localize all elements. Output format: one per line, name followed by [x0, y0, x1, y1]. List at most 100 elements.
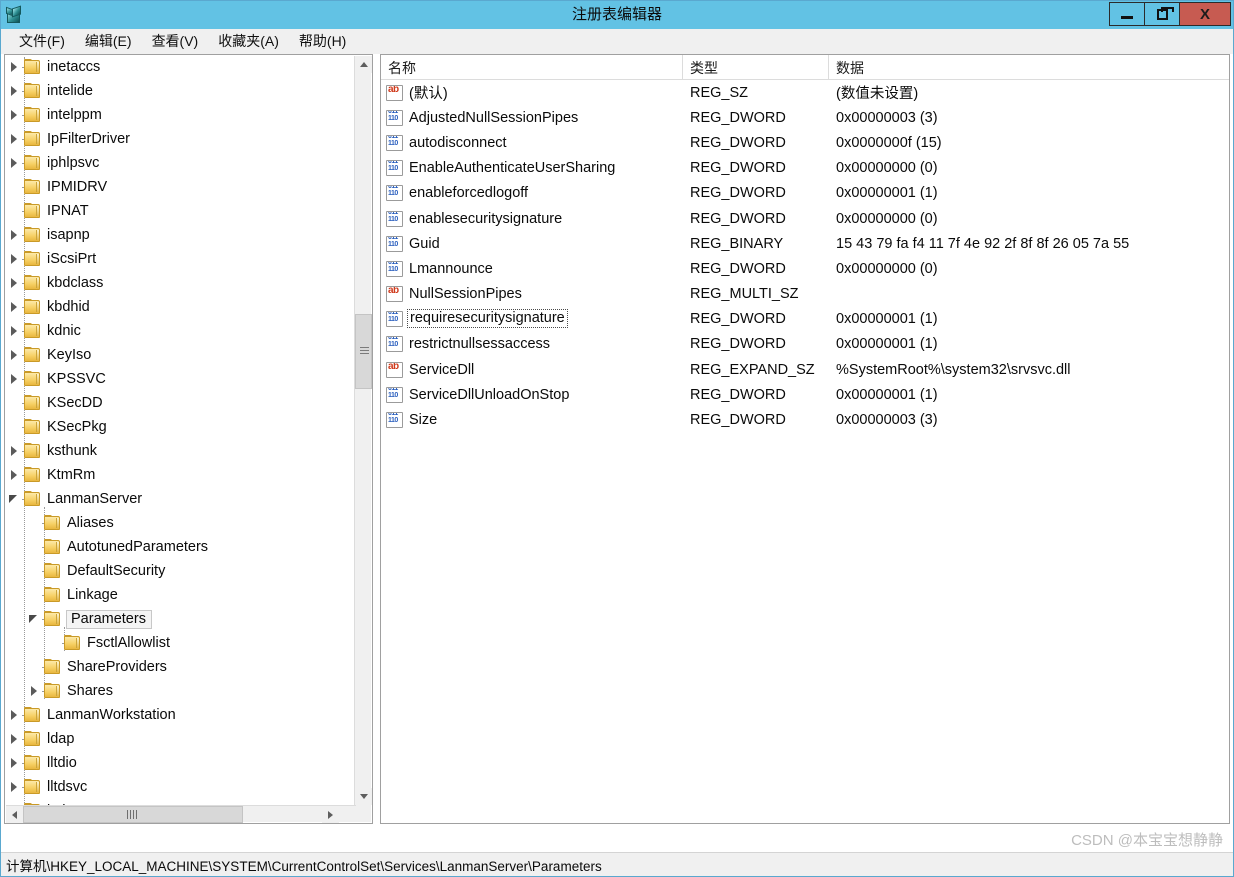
- expand-triangle-icon[interactable]: [7, 343, 23, 367]
- tree-item-iphlpsvc[interactable]: iphlpsvc: [5, 151, 355, 175]
- folder-icon: [23, 107, 42, 123]
- tree-scroll-right-button[interactable]: [322, 806, 339, 823]
- tree-item-shareproviders[interactable]: ShareProviders: [5, 655, 355, 679]
- menu-view[interactable]: 查看(V): [142, 29, 209, 53]
- registry-tree[interactable]: inetaccs intelide intelppm IpFilterDriver ip…: [5, 55, 355, 823]
- table-row[interactable]: (默认) REG_SZ (数值未设置): [381, 80, 1229, 105]
- expand-triangle-icon[interactable]: [7, 247, 23, 271]
- value-type: REG_DWORD: [690, 311, 786, 328]
- table-row[interactable]: autodisconnect REG_DWORD 0x0000000f (15): [381, 130, 1229, 155]
- expand-triangle-icon[interactable]: [7, 319, 23, 343]
- collapse-triangle-icon[interactable]: [7, 487, 23, 511]
- tree-item-defaultsecurity[interactable]: DefaultSecurity: [5, 559, 355, 583]
- expand-triangle-icon[interactable]: [7, 79, 23, 103]
- tree-item-aliases[interactable]: Aliases: [5, 511, 355, 535]
- tree-item-kbdhid[interactable]: kbdhid: [5, 295, 355, 319]
- tree-item-ksthunk[interactable]: ksthunk: [5, 439, 355, 463]
- table-row[interactable]: requiresecuritysignature REG_DWORD 0x00000…: [381, 307, 1229, 332]
- value-name-cell: Guid: [381, 235, 683, 252]
- expand-triangle-icon[interactable]: [7, 151, 23, 175]
- menu-edit[interactable]: 编辑(E): [75, 29, 142, 53]
- expand-triangle-icon[interactable]: [7, 295, 23, 319]
- tree-item-ksecpkg[interactable]: KSecPkg: [5, 415, 355, 439]
- tree-item-keyiso[interactable]: KeyIso: [5, 343, 355, 367]
- expand-triangle-icon[interactable]: [7, 367, 23, 391]
- tree-item-lltdsvc[interactable]: lltdsvc: [5, 775, 355, 799]
- tree-item-ipmidrv[interactable]: IPMIDRV: [5, 175, 355, 199]
- tree-item-ksecdd[interactable]: KSecDD: [5, 391, 355, 415]
- table-row[interactable]: ServiceDll REG_EXPAND_SZ %SystemRoot%\syst…: [381, 357, 1229, 382]
- tree-vertical-scroll-thumb[interactable]: [355, 314, 372, 389]
- value-name-cell: EnableAuthenticateUserSharing: [381, 160, 683, 177]
- tree-item-ipfilterdriver[interactable]: IpFilterDriver: [5, 127, 355, 151]
- collapse-triangle-icon[interactable]: [27, 607, 43, 631]
- tree-vertical-scrollbar[interactable]: [354, 56, 372, 822]
- tree-item-shares[interactable]: Shares: [5, 679, 355, 703]
- table-row[interactable]: Size REG_DWORD 0x00000003 (3): [381, 407, 1229, 432]
- tree-item-inetaccs[interactable]: inetaccs: [5, 55, 355, 79]
- title-bar[interactable]: 注册表编辑器 X: [1, 1, 1233, 29]
- minimize-button[interactable]: [1109, 2, 1145, 26]
- tree-item-lanmanworkstation[interactable]: LanmanWorkstation: [5, 703, 355, 727]
- tree-scroll-up-button[interactable]: [355, 56, 372, 73]
- expand-triangle-icon[interactable]: [7, 55, 23, 79]
- tree-item-kbdclass[interactable]: kbdclass: [5, 271, 355, 295]
- scroll-grip-icon: [360, 347, 369, 355]
- expand-triangle-icon[interactable]: [7, 775, 23, 799]
- tree-item-label: ShareProviders: [67, 659, 167, 675]
- tree-item-intelppm[interactable]: intelppm: [5, 103, 355, 127]
- tree-item-autotunedparameters[interactable]: AutotunedParameters: [5, 535, 355, 559]
- table-row[interactable]: ServiceDllUnloadOnStop REG_DWORD 0x0000000…: [381, 382, 1229, 407]
- expand-triangle-icon[interactable]: [7, 439, 23, 463]
- menu-file[interactable]: 文件(F): [9, 29, 75, 53]
- tree-item-kpssvc[interactable]: KPSSVC: [5, 367, 355, 391]
- expand-triangle-icon[interactable]: [7, 463, 23, 487]
- table-row[interactable]: EnableAuthenticateUserSharing REG_DWORD 0x…: [381, 156, 1229, 181]
- tree-item-kdnic[interactable]: kdnic: [5, 319, 355, 343]
- tree-horizontal-scrollbar[interactable]: [6, 805, 356, 823]
- expand-triangle-icon[interactable]: [7, 751, 23, 775]
- values-list[interactable]: (默认) REG_SZ (数值未设置) AdjustedNullSessionPipe…: [381, 80, 1229, 433]
- expand-triangle-icon[interactable]: [7, 223, 23, 247]
- menu-favorites[interactable]: 收藏夹(A): [208, 29, 289, 53]
- expand-triangle-icon[interactable]: [7, 271, 23, 295]
- value-name: requiresecuritysignature: [407, 309, 568, 329]
- dword-value-icon: [386, 260, 403, 277]
- tree-item-ipnat[interactable]: IPNAT: [5, 199, 355, 223]
- tree-item-ldap[interactable]: ldap: [5, 727, 355, 751]
- maximize-button[interactable]: [1144, 2, 1180, 26]
- dword-value-icon: [386, 134, 403, 151]
- table-row[interactable]: enablesecuritysignature REG_DWORD 0x000000…: [381, 206, 1229, 231]
- expand-triangle-icon[interactable]: [7, 727, 23, 751]
- tree-horizontal-scroll-thumb[interactable]: [23, 806, 243, 823]
- table-row[interactable]: AdjustedNullSessionPipes REG_DWORD 0x00000…: [381, 105, 1229, 130]
- tree-item-lanmanserver[interactable]: LanmanServer: [5, 487, 355, 511]
- column-header-type[interactable]: 类型: [683, 55, 829, 80]
- expand-triangle-icon[interactable]: [7, 703, 23, 727]
- table-row[interactable]: restrictnullsessaccess REG_DWORD 0x0000000…: [381, 332, 1229, 357]
- tree-scroll-down-button[interactable]: [355, 788, 372, 805]
- scroll-grip-icon: [127, 810, 139, 819]
- tree-item-isapnp[interactable]: isapnp: [5, 223, 355, 247]
- tree-item-fsctlallowlist[interactable]: FsctlAllowlist: [5, 631, 355, 655]
- tree-scroll-left-button[interactable]: [6, 806, 23, 823]
- tree-item-linkage[interactable]: Linkage: [5, 583, 355, 607]
- expand-triangle-icon[interactable]: [7, 103, 23, 127]
- column-header-name[interactable]: 名称: [381, 55, 683, 80]
- tree-item-iscsiprt[interactable]: iScsiPrt: [5, 247, 355, 271]
- table-row[interactable]: Guid REG_BINARY 15 43 79 fa f4 11 7f 4e 92…: [381, 231, 1229, 256]
- close-button[interactable]: X: [1179, 2, 1231, 26]
- column-header-data[interactable]: 数据: [829, 55, 1229, 80]
- table-row[interactable]: enableforcedlogoff REG_DWORD 0x00000001 (1…: [381, 181, 1229, 206]
- table-row[interactable]: Lmannounce REG_DWORD 0x00000000 (0): [381, 256, 1229, 281]
- tree-item-ktmrm[interactable]: KtmRm: [5, 463, 355, 487]
- expand-triangle-icon[interactable]: [27, 679, 43, 703]
- table-row[interactable]: NullSessionPipes REG_MULTI_SZ: [381, 282, 1229, 307]
- tree-item-intelide[interactable]: intelide: [5, 79, 355, 103]
- menu-help[interactable]: 帮助(H): [289, 29, 356, 53]
- expand-triangle-icon[interactable]: [7, 127, 23, 151]
- value-data: (数值未设置): [836, 86, 919, 103]
- tree-item-parameters[interactable]: Parameters: [5, 607, 355, 631]
- tree-item-lltdio[interactable]: lltdio: [5, 751, 355, 775]
